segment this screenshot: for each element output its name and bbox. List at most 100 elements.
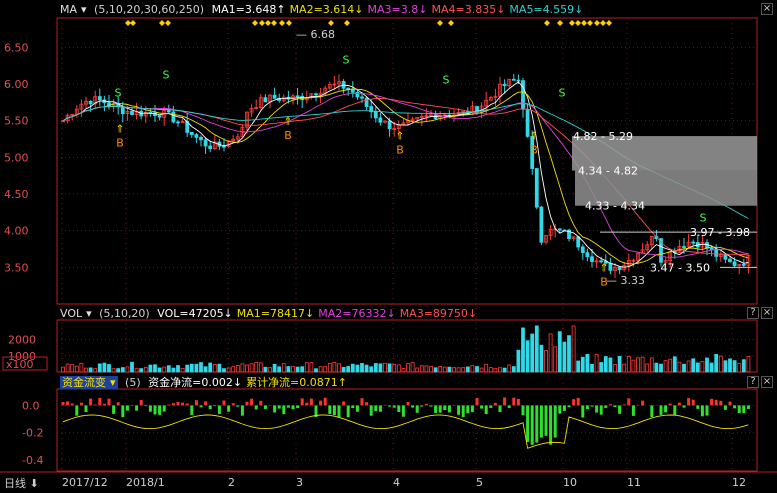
flow-bar [687,398,691,406]
volume-bar [162,366,167,373]
flow-bar [153,405,157,415]
ma-value-3: MA3=3.8↓ [367,3,428,16]
flow-bar [323,397,327,406]
date-tick-label: 2017/12 [62,476,108,489]
volume-bar [677,361,682,373]
flow-bar [98,397,102,406]
signal-diamond-icon [581,20,587,26]
volume-bar [235,365,240,373]
candle-body [714,248,719,257]
period-selector[interactable]: 日线 ⬇ [4,475,39,491]
sell-signal-label: S [443,73,450,86]
signal-diamond-icon [594,20,600,26]
candle-body [682,246,686,248]
flow-bar [493,402,497,406]
flow-bar [728,401,732,406]
volume-bar [461,367,466,373]
volume-bar [498,367,502,373]
volume-bar [718,355,723,373]
volume-bar [176,365,180,373]
flow-bar [443,405,447,411]
volume-bar [521,327,525,373]
flow-indicator-selector[interactable]: 资金流变 ▾ [60,376,118,389]
candle-body [364,97,369,107]
candle-body [208,145,213,150]
help-icon[interactable]: ? [747,376,759,388]
volume-bar [84,367,88,373]
flow-bar [125,405,129,411]
price-tick-label: 6.00 [4,78,29,91]
volume-bar [488,367,493,373]
volume-bar [318,366,323,373]
flow-bar [291,405,295,410]
candle-body [723,254,728,260]
flow-bar [530,405,534,445]
flow-bar [682,405,686,408]
buy-signal-label: B [530,144,538,157]
vol-panel-frame [56,319,758,373]
flow-bar [374,405,378,412]
flow-bar [664,405,668,413]
volume-bar [355,364,360,373]
volume-bar [203,366,208,373]
volume-bar [668,358,673,373]
flow-bar [176,401,180,406]
candle-body [176,121,180,124]
candle-body [539,206,544,243]
flow-bar [240,405,244,416]
sell-signal-label: S [700,211,707,224]
help-icon[interactable]: ? [747,307,759,319]
volume-bar [61,366,65,373]
close-icon[interactable]: × [761,307,773,319]
candle-body [580,246,585,254]
signal-diamond-icon [252,20,258,26]
candle-body [378,117,383,123]
flow-bar [572,399,576,406]
candle-body [272,94,277,99]
flow-bar [305,402,309,406]
flow-params: (5) [125,376,141,389]
flow-bar [466,405,470,414]
volume-bar [281,363,286,373]
volume-bar [373,363,378,373]
flow-bar [627,398,631,406]
ma-value-2: MA2=3.614↓ [289,3,364,16]
candle-body [130,110,134,116]
signal-diamond-icon [165,20,171,26]
date-tick-label: 4 [393,476,400,489]
sell-signal-label: S [163,68,170,81]
flow-bar [599,405,603,415]
flow-bar [84,405,88,413]
buy-signal-label: B [600,276,608,289]
arrow-down-icon: ⬇ [26,477,39,490]
buy-signal-label: B [116,136,124,149]
close-icon[interactable]: × [761,3,773,15]
flow-bar [696,405,700,409]
close-icon[interactable]: × [761,376,773,388]
flow-bar [507,405,511,408]
candle-body [97,96,102,101]
flow-bar [144,405,148,407]
volume-bar [686,360,691,373]
flow-bar [480,405,484,409]
zone-label-4: 3.97 - 3.98 [690,226,750,239]
flow-bar [567,405,571,408]
flow-bar [296,405,300,409]
volume-bar [544,350,548,373]
volume-bar [189,363,194,373]
ma-value-1: MA1=3.648↑ [211,3,286,16]
ma-indicator-selector[interactable]: MA ▾ [60,3,87,16]
chart-canvas[interactable]: 6.50 6.00 5.50 5.00 4.50 4.00 3.50 2017/12 2018/… [0,0,777,493]
candle-body [199,137,203,141]
flow-bar [286,405,290,408]
vol-indicator-selector[interactable]: VOL ▾ [60,307,92,320]
flow-bar [581,405,585,418]
flow-bar [392,405,396,408]
flow-bar [457,405,461,415]
flow-bar [245,401,249,406]
volume-bar [157,367,162,373]
flow-bar [167,404,171,406]
flow-bar [535,405,539,443]
volume-bar [608,357,613,373]
volume-bar [626,355,631,373]
